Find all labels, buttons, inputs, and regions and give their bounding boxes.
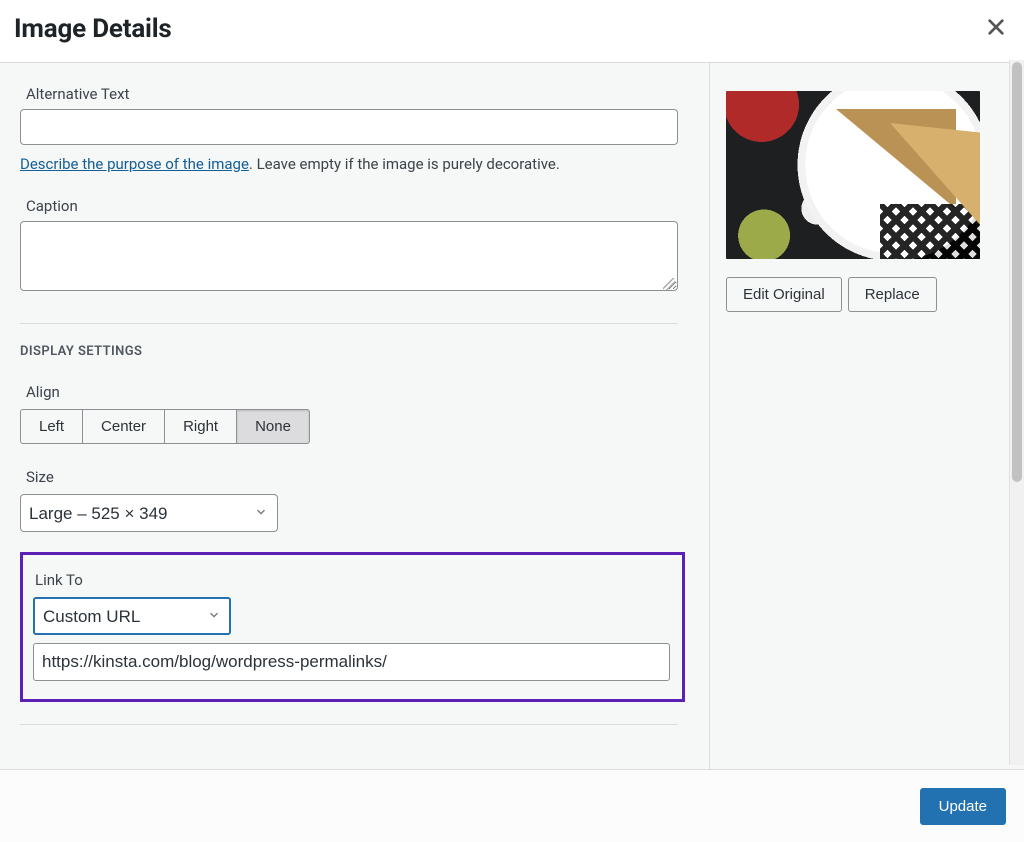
align-label: Align xyxy=(26,383,685,401)
link-to-label: Link To xyxy=(35,571,670,589)
link-to-section: Link To Custom URL xyxy=(20,552,685,702)
image-thumbnail xyxy=(726,91,980,259)
update-button[interactable]: Update xyxy=(920,788,1006,825)
replace-button[interactable]: Replace xyxy=(848,277,937,312)
align-center-button[interactable]: Center xyxy=(82,409,165,444)
settings-pane: Alternative Text Describe the purpose of… xyxy=(0,63,710,769)
close-icon xyxy=(987,18,1005,40)
divider xyxy=(20,724,678,725)
size-label: Size xyxy=(26,468,685,486)
scrollbar[interactable] xyxy=(1009,60,1024,765)
edit-original-button[interactable]: Edit Original xyxy=(726,277,842,312)
align-left-button[interactable]: Left xyxy=(20,409,83,444)
alt-helper-rest: . Leave empty if the image is purely dec… xyxy=(249,155,560,173)
modal-title: Image Details xyxy=(14,14,172,44)
display-settings-heading: DISPLAY SETTINGS xyxy=(20,344,685,359)
align-right-button[interactable]: Right xyxy=(164,409,237,444)
modal-footer: Update xyxy=(0,769,1024,842)
align-none-button[interactable]: None xyxy=(236,409,310,444)
scrollbar-thumb[interactable] xyxy=(1012,62,1022,482)
close-button[interactable] xyxy=(982,15,1010,43)
modal-header: Image Details xyxy=(0,0,1024,63)
link-url-input[interactable] xyxy=(33,643,670,681)
link-to-select[interactable]: Custom URL xyxy=(33,597,231,635)
caption-label: Caption xyxy=(26,197,678,215)
alt-text-input[interactable] xyxy=(20,109,678,145)
caption-input[interactable] xyxy=(20,221,678,291)
align-button-group: Left Center Right None xyxy=(20,409,310,444)
divider xyxy=(20,323,678,324)
alt-helper-text: Describe the purpose of the image. Leave… xyxy=(20,155,678,173)
preview-pane: Edit Original Replace xyxy=(710,63,1024,769)
modal-body: Alternative Text Describe the purpose of… xyxy=(0,63,1024,769)
alt-text-label: Alternative Text xyxy=(26,85,678,103)
alt-helper-link[interactable]: Describe the purpose of the image xyxy=(20,155,249,173)
size-select[interactable]: Large – 525 × 349 xyxy=(20,494,278,532)
